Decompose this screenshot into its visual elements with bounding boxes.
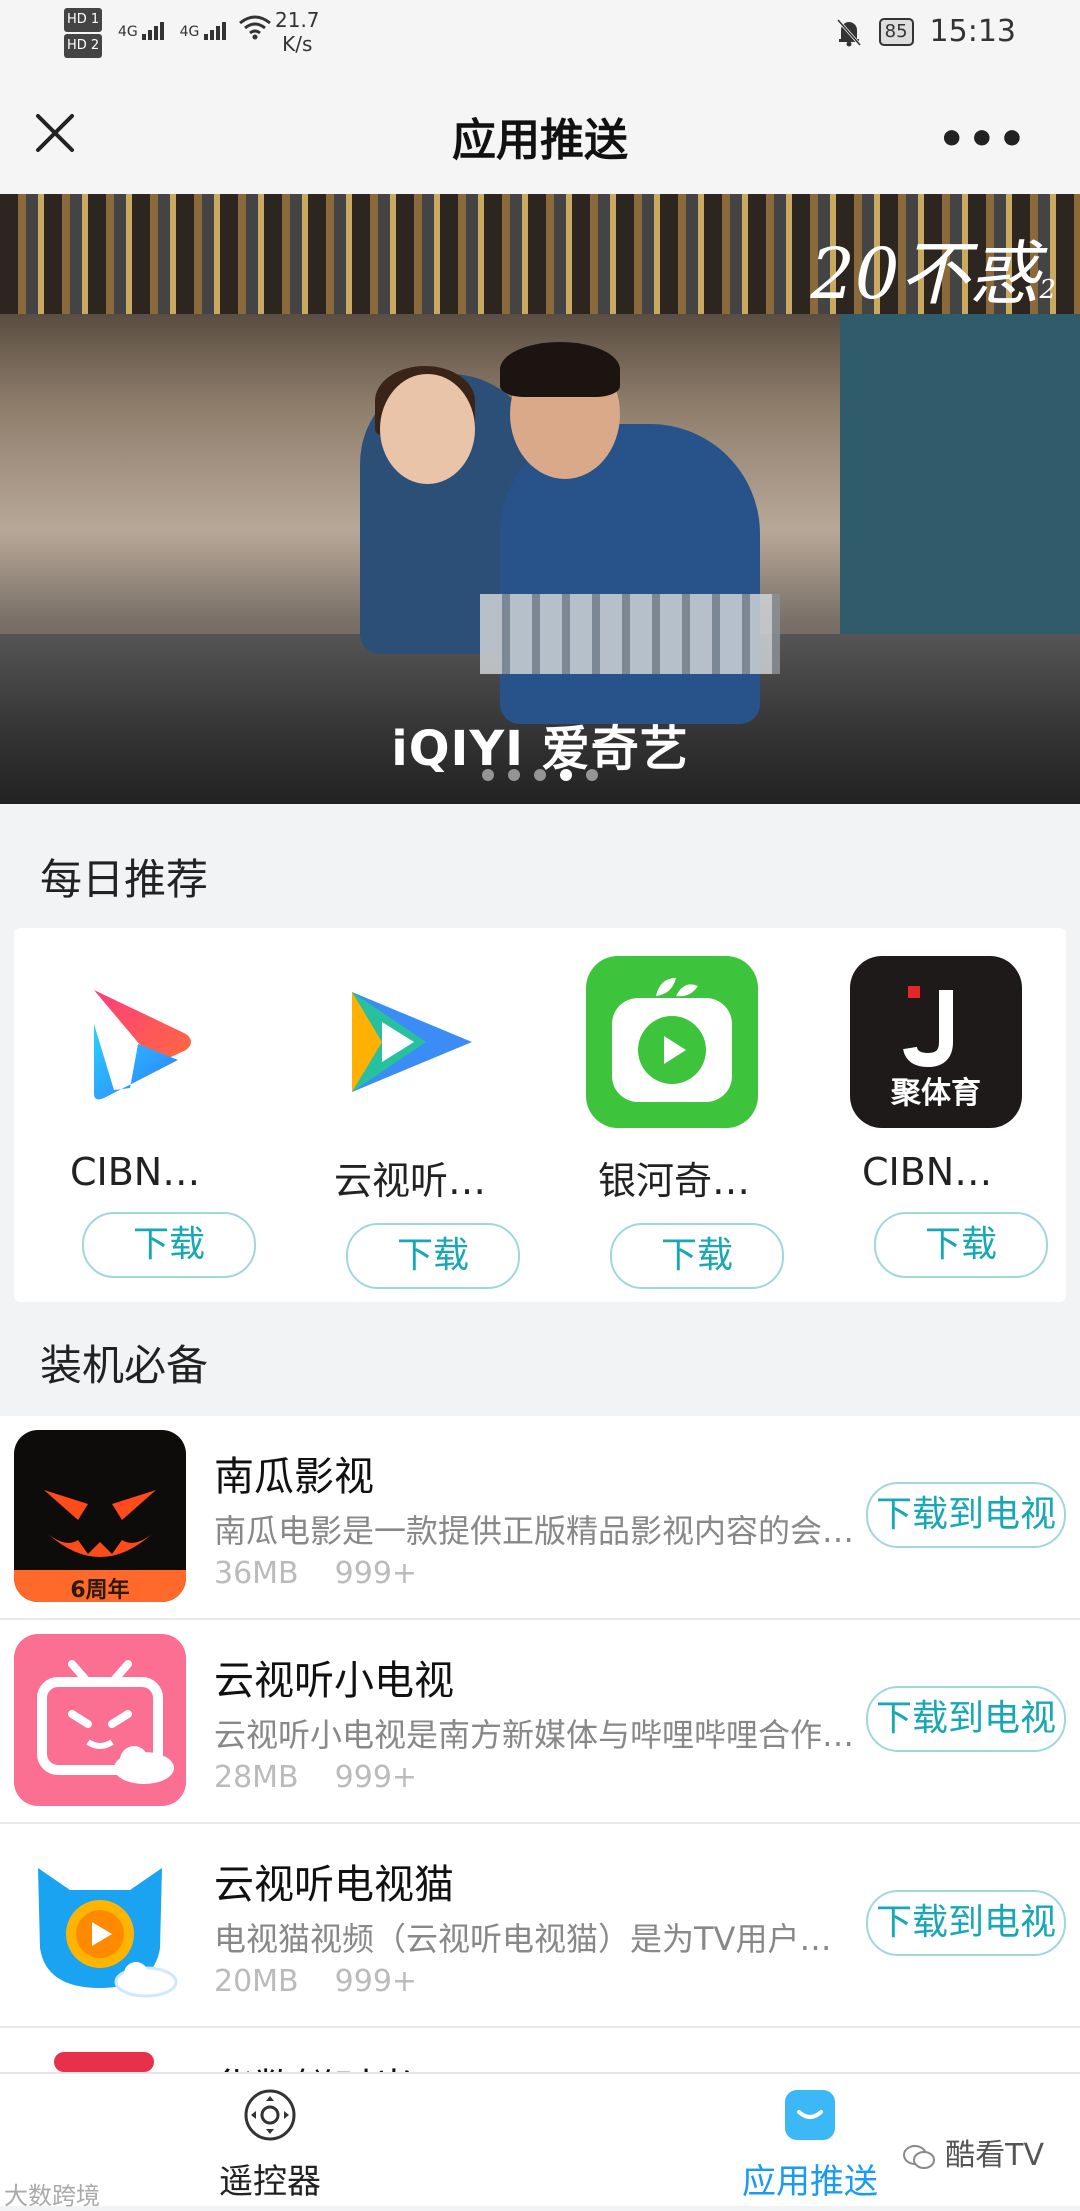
list-item[interactable]: 云视听电视猫 电视猫视频（云视听电视猫）是为TV用户… 20MB 999+ 下载到… (0, 1824, 1080, 2028)
status-bar: HD 1 HD 2 4G 4G 21.7 K/s 85 15:13 (0, 0, 1080, 72)
app-size: 36MB (214, 1556, 299, 1591)
tencent-video-icon[interactable] (322, 956, 494, 1128)
sports-j-icon[interactable]: 聚体育 (850, 956, 1022, 1128)
banner-bottles (480, 594, 780, 674)
pumpkin-icon[interactable]: 6周年 (14, 1430, 186, 1602)
net2-label: 4G (179, 24, 200, 40)
daily-app-3[interactable]: 银河奇… 下载 (566, 956, 786, 1289)
list-item[interactable]: 华数鲜时光 (0, 2028, 1080, 2076)
page-title: 应用推送 (452, 115, 628, 166)
app-meta: 20MB 999+ (214, 1964, 453, 1999)
wifi-icon (239, 15, 272, 40)
bell-muted-icon (836, 18, 861, 46)
essentials-section-title: 装机必备 (40, 1341, 209, 1390)
app-size: 28MB (214, 1760, 299, 1795)
net1-label: 4G (118, 24, 138, 40)
remote-control-icon (244, 2089, 296, 2141)
download-button[interactable]: 下载 (610, 1223, 784, 1289)
speed-value: 21.7 (275, 8, 320, 32)
signal-bars-icon (142, 22, 166, 40)
app-name: 南瓜影视 (214, 1454, 374, 1500)
watermark-left: 大数跨境 (4, 2182, 100, 2210)
app-name: 银河奇… (598, 1159, 751, 1203)
carousel-dots[interactable] (0, 766, 1080, 785)
network-speed: 21.7 K/s (275, 8, 320, 56)
show-title-suffix: 2 (1039, 275, 1056, 305)
show-title: 20不惑2 (810, 218, 1056, 319)
title-bar: 应用推送 ••• (0, 72, 1080, 194)
app-name: CIBN… (862, 1150, 993, 1194)
app-description: 电视猫视频（云视听电视猫）是为TV用户… (214, 1920, 832, 1958)
app-meta: 36MB 999+ (214, 1556, 453, 1591)
download-button[interactable]: 下载 (874, 1212, 1048, 1278)
download-button[interactable]: 下载 (346, 1223, 520, 1289)
status-right: 85 15:13 (835, 14, 1016, 49)
anniversary-badge: 6周年 (70, 1578, 130, 1602)
bilibili-tv-icon[interactable] (14, 1634, 186, 1806)
daily-app-2[interactable]: 云视听… 下载 (302, 956, 522, 1289)
carousel-dot[interactable] (586, 769, 598, 781)
sim-indicators: HD 1 HD 2 (64, 6, 104, 58)
carousel-dot[interactable] (482, 769, 494, 781)
app-description: 南瓜电影是一款提供正版精品影视内容的会… (214, 1512, 854, 1550)
download-count: 999+ (334, 1760, 418, 1795)
app-icon[interactable] (14, 2042, 186, 2076)
more-options-icon[interactable]: ••• (938, 114, 1028, 165)
sports-icon-text: 聚体育 (891, 1076, 981, 1111)
tab-app-push[interactable]: 应用推送 (700, 2088, 920, 2203)
signal-bars-icon (203, 22, 228, 40)
download-to-tv-button[interactable]: 下载到电视 (866, 1890, 1066, 1956)
wechat-icon (902, 2144, 935, 2169)
banner-wall (840, 314, 1080, 674)
play-gradient-icon[interactable] (58, 956, 230, 1128)
daily-section-title: 每日推荐 (40, 855, 209, 904)
tab-remote[interactable]: 遥控器 (160, 2088, 380, 2203)
watermark-right-text: 酷看TV (945, 2138, 1044, 2173)
watermark-right: 酷看TV (902, 2130, 1044, 2174)
hd1-badge: HD 1 (64, 8, 103, 32)
tab-label: 遥控器 (219, 2162, 321, 2202)
app-meta: 28MB 999+ (214, 1760, 453, 1795)
promo-banner[interactable]: 20不惑2 iQIYI 爱奇艺 (0, 194, 1080, 804)
tv-cat-icon[interactable] (14, 1838, 186, 2010)
tab-label: 应用推送 (742, 2162, 878, 2202)
hd2-badge: HD 2 (64, 34, 103, 58)
download-to-tv-button[interactable]: 下载到电视 (866, 1482, 1066, 1548)
clock: 15:13 (929, 14, 1016, 49)
app-name: 云视听电视猫 (214, 1862, 454, 1908)
daily-app-4[interactable]: 聚体育 CIBN… 下载 (830, 956, 1050, 1278)
download-to-tv-button[interactable]: 下载到电视 (866, 1686, 1066, 1752)
banner-face-1 (380, 374, 475, 484)
signal-icons: 4G 4G (118, 14, 272, 40)
download-count: 999+ (334, 1964, 418, 1999)
app-description: 云视听小电视是南方新媒体与哔哩哔哩合作… (214, 1716, 854, 1754)
download-count: 999+ (334, 1556, 418, 1591)
app-name: CIBN… (70, 1150, 201, 1194)
daily-recommendations: CIBN… 下载 云视听… 下载 银河奇… 下载 聚体育 CIBN… 下载 (14, 928, 1066, 1302)
daily-app-1[interactable]: CIBN… 下载 (38, 956, 258, 1278)
list-item[interactable]: 云视听小电视 云视听小电视是南方新媒体与哔哩哔哩合作… 28MB 999+ 下载到… (0, 1620, 1080, 1824)
carousel-dot[interactable] (534, 769, 546, 781)
carousel-dot[interactable] (508, 769, 520, 781)
app-name: 云视听… (334, 1159, 487, 1203)
banner-hair-2 (500, 342, 620, 397)
carousel-dot-active[interactable] (560, 769, 572, 781)
app-push-icon (785, 2090, 835, 2140)
show-title-text: 20不惑 (810, 233, 1040, 315)
battery-indicator: 85 (878, 17, 914, 46)
app-size: 20MB (214, 1964, 299, 1999)
green-tv-icon[interactable] (586, 956, 758, 1128)
download-button[interactable]: 下载 (82, 1212, 256, 1278)
speed-unit: K/s (282, 32, 313, 56)
list-item[interactable]: 6周年 南瓜影视 南瓜电影是一款提供正版精品影视内容的会… 36MB 999+ 下… (0, 1416, 1080, 1620)
essentials-list: 6周年 南瓜影视 南瓜电影是一款提供正版精品影视内容的会… 36MB 999+ 下… (0, 1416, 1080, 2076)
app-name: 云视听小电视 (214, 1658, 454, 1704)
